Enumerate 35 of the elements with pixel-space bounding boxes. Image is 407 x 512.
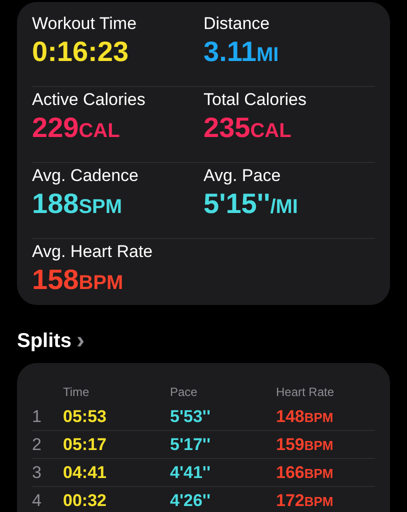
split-heart-rate: 172BPM [276,490,334,512]
split-pace: 4'41'' [170,462,212,484]
metric-label: Total Calories [204,89,308,111]
column-header: Time [63,384,90,401]
chevron-icon[interactable]: › [76,329,84,353]
split-number: 1 [32,406,42,428]
metric-value: 3.11MI [204,35,280,69]
metric-value: 158BPM [32,263,124,297]
split-pace: 4'26'' [170,490,212,512]
split-number: 2 [32,434,42,456]
split-time: 05:53 [63,406,108,428]
splits-heading[interactable]: Splits [17,326,72,356]
split-number: 4 [32,490,42,512]
split-pace: 5'53'' [170,406,212,428]
column-header: Heart Rate [276,384,336,401]
metric-label: Distance [204,13,271,35]
split-time: 04:41 [63,462,108,484]
metric-label: Avg. Cadence [32,165,140,187]
metric-label: Avg. Pace [204,165,282,187]
split-heart-rate: 159BPM [276,434,334,456]
split-pace: 5'17'' [170,434,212,456]
column-header: Pace [170,384,198,401]
split-number: 3 [32,462,42,484]
metric-value: 235CAL [204,111,292,145]
split-time: 05:17 [63,434,108,456]
split-time: 00:32 [63,490,108,512]
metric-value: 5'15''/MI [204,187,299,221]
metric-value: 188SPM [32,187,124,221]
metric-value: 229CAL [32,111,121,145]
metric-label: Avg. Heart Rate [32,241,154,263]
metric-value: 0:16:23 [32,35,130,69]
metric-label: Active Calories [32,89,146,111]
split-heart-rate: 148BPM [276,406,334,428]
split-heart-rate: 166BPM [276,462,334,484]
metric-label: Workout Time [32,13,138,35]
